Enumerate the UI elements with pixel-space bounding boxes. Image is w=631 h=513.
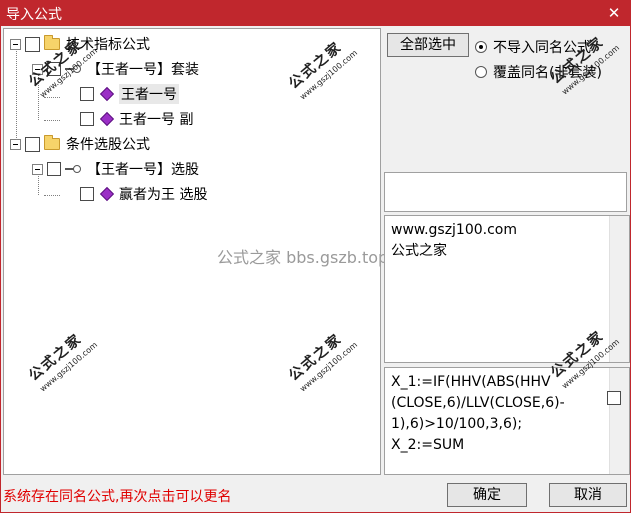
- info-scrollbar[interactable]: [609, 216, 629, 362]
- formula-panel[interactable]: X_1:=IF(HHV(ABS(HHV (CLOSE,6)/LLV(CLOSE,…: [384, 367, 630, 475]
- description-field[interactable]: [384, 172, 627, 212]
- radio-dot[interactable]: [475, 41, 487, 53]
- cancel-button[interactable]: 取消: [549, 483, 627, 507]
- checkbox[interactable]: [80, 112, 94, 126]
- radio-dot[interactable]: [475, 66, 487, 78]
- window-title: 导入公式: [6, 7, 62, 23]
- tree-node-label: 条件选股公式: [66, 137, 150, 153]
- tree-node-formula-2[interactable]: 王者一号 副: [80, 108, 193, 130]
- title-bar: 导入公式 ✕: [0, 0, 631, 26]
- ok-button[interactable]: 确定: [447, 483, 527, 507]
- radio-label: 不导入同名公式: [493, 40, 591, 56]
- checkbox[interactable]: [25, 136, 40, 152]
- radio-overwrite-same-name[interactable]: 覆盖同名(非套装): [475, 62, 602, 82]
- formula-gem-icon: [99, 111, 115, 127]
- tree-node-tech-indicators[interactable]: 技术指标公式: [10, 33, 150, 55]
- center-watermark: 公式之家 bbs.gszb.top: [217, 248, 389, 267]
- checkbox[interactable]: [80, 87, 94, 101]
- radio-skip-same-name[interactable]: 不导入同名公式: [475, 37, 591, 57]
- close-icon[interactable]: ✕: [597, 0, 631, 26]
- select-all-button[interactable]: 全部选中: [387, 33, 469, 57]
- info-text: www.gszj100.com 公式之家: [391, 222, 518, 259]
- tree-node-stock-screen[interactable]: 条件选股公式: [10, 133, 150, 155]
- checkbox[interactable]: [47, 62, 61, 76]
- radio-label: 覆盖同名(非套装): [493, 65, 602, 81]
- formula-gem-icon: [99, 86, 115, 102]
- tree-node-label: 王者一号: [119, 84, 179, 104]
- tree-node-screen-suite[interactable]: 【王者一号】选股: [32, 158, 199, 180]
- watermark-stamp: 公式之家 www.gszj100.com: [286, 38, 360, 102]
- formula-checkbox[interactable]: [607, 391, 621, 405]
- collapse-icon[interactable]: [10, 138, 21, 150]
- collapse-icon[interactable]: [32, 163, 43, 175]
- key-icon: [65, 64, 81, 74]
- formula-text: X_1:=IF(HHV(ABS(HHV (CLOSE,6)/LLV(CLOSE,…: [391, 374, 565, 453]
- key-icon: [65, 164, 81, 174]
- watermark-stamp: 公式之家 www.gszj100.com: [26, 330, 100, 394]
- formula-gem-icon: [99, 186, 115, 202]
- tree-node-label: 赢者为王 选股: [119, 187, 208, 203]
- tree-node-label: 【王者一号】套装: [87, 62, 199, 78]
- checkbox[interactable]: [80, 187, 94, 201]
- dialog-body: 技术指标公式 【王者一号】套装 王者一号 王者一号 副 条件选股公式 【王者一号…: [0, 26, 631, 513]
- tree-node-screen-formula[interactable]: 赢者为王 选股: [80, 183, 207, 205]
- collapse-icon[interactable]: [10, 38, 21, 50]
- checkbox[interactable]: [25, 36, 40, 52]
- info-panel[interactable]: www.gszj100.com 公式之家: [384, 215, 630, 363]
- tree-node-formula-1[interactable]: 王者一号: [80, 83, 179, 105]
- watermark-stamp: 公式之家 www.gszj100.com: [286, 330, 360, 394]
- tree-node-suite[interactable]: 【王者一号】套装: [32, 58, 199, 80]
- checkbox[interactable]: [47, 162, 61, 176]
- tree-node-label: 技术指标公式: [66, 37, 150, 53]
- folder-icon: [44, 135, 60, 150]
- collapse-icon[interactable]: [32, 63, 43, 75]
- folder-icon: [44, 35, 60, 50]
- tree-node-label: 王者一号 副: [119, 112, 194, 128]
- status-message: 系统存在同名公式,再次点击可以更名: [3, 489, 232, 505]
- tree-node-label: 【王者一号】选股: [87, 162, 199, 178]
- formula-scrollbar[interactable]: [609, 368, 629, 474]
